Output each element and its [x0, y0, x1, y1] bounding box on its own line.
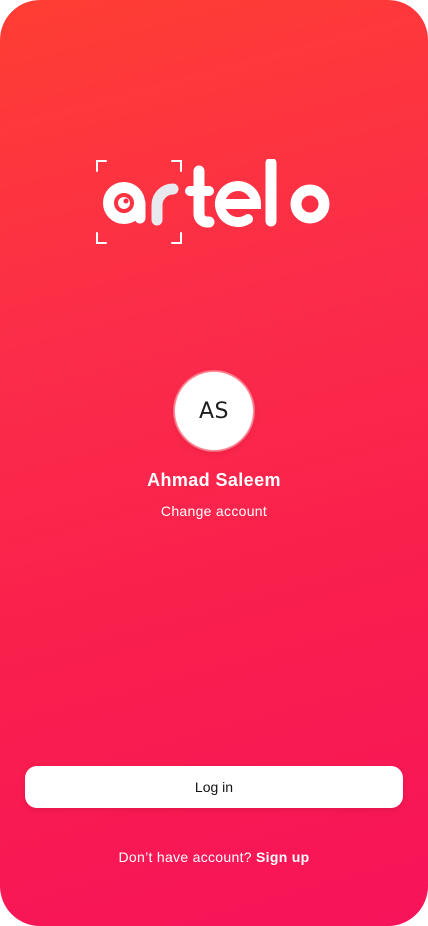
avatar-initials: AS: [198, 398, 229, 424]
login-screen: AS Ahmad Saleem Change account Log in Do…: [0, 0, 428, 926]
artelo-logo: [96, 159, 336, 245]
signup-link[interactable]: Sign up: [256, 849, 309, 865]
signup-prompt: Don’t have account?: [118, 849, 252, 865]
signup-row: Don’t have account? Sign up: [0, 849, 428, 865]
login-button[interactable]: Log in: [25, 766, 403, 808]
login-button-label: Log in: [194, 779, 234, 795]
change-account-link[interactable]: Change account: [161, 503, 267, 519]
avatar: AS: [174, 371, 254, 451]
change-account-row: Change account: [0, 503, 428, 519]
user-name: Ahmad Saleem: [147, 470, 281, 490]
